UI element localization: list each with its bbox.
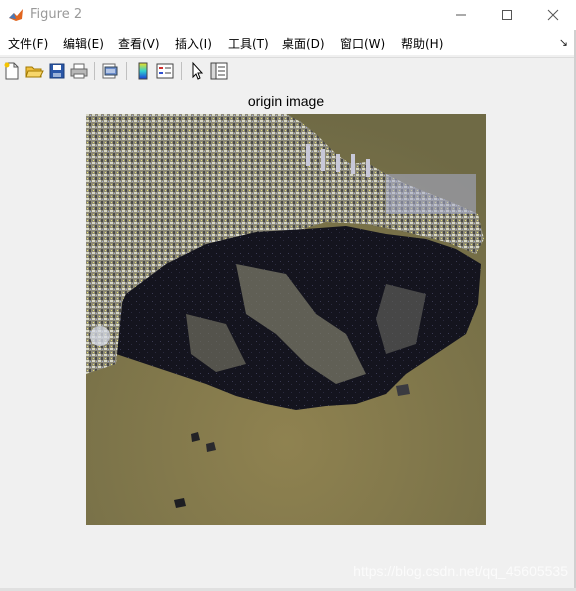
title-bar: Figure 2 <box>0 0 576 30</box>
save-icon <box>49 63 65 79</box>
menu-help[interactable]: 帮助(H) <box>401 35 443 52</box>
menu-view[interactable]: 查看(V) <box>118 35 160 52</box>
menu-window[interactable]: 窗口(W) <box>340 35 385 52</box>
property-inspector-button[interactable] <box>209 61 229 81</box>
menu-bar: 文件(F) 编辑(E) 查看(V) 插入(I) 工具(T) 桌面(D) 窗口(W… <box>0 30 576 55</box>
new-figure-button[interactable] <box>2 61 22 81</box>
menu-desktop[interactable]: 桌面(D) <box>282 35 325 52</box>
menu-insert[interactable]: 插入(I) <box>175 35 212 52</box>
figure-window: Figure 2 文件(F) 编辑(E) 查看(V) 插入(I) 工具(T) 桌… <box>0 0 576 591</box>
toolbar-separator <box>126 62 127 80</box>
satellite-image-graphic <box>86 114 486 525</box>
new-figure-icon <box>4 62 19 80</box>
axes-title: origin image <box>247 93 325 109</box>
watermark-text: https://blog.csdn.net/qq_45605535 <box>353 563 568 579</box>
toolbar <box>0 57 576 85</box>
open-file-button[interactable] <box>24 61 44 81</box>
minimize-button[interactable] <box>438 0 484 30</box>
pointer-icon <box>192 61 204 80</box>
print-button[interactable] <box>69 61 89 81</box>
menu-edit[interactable]: 编辑(E) <box>63 35 104 52</box>
menu-overflow-arrow-icon[interactable]: ↘ <box>559 36 568 49</box>
pointer-button[interactable] <box>187 61 207 81</box>
satellite-image <box>86 114 486 525</box>
matlab-icon <box>8 7 24 23</box>
colorbar-icon <box>138 62 148 80</box>
maximize-button[interactable] <box>484 0 530 30</box>
property-inspector-icon <box>210 62 228 80</box>
colorbar-button[interactable] <box>133 61 153 81</box>
close-button[interactable] <box>530 0 576 30</box>
toolbar-separator <box>94 62 95 80</box>
menu-tools[interactable]: 工具(T) <box>228 35 269 52</box>
print-icon <box>70 63 88 79</box>
menu-file[interactable]: 文件(F) <box>8 35 48 52</box>
window-title: Figure 2 <box>30 7 83 22</box>
legend-icon <box>156 63 174 79</box>
print-preview-button[interactable] <box>100 61 120 81</box>
toolbar-separator <box>181 62 182 80</box>
save-button[interactable] <box>47 61 67 81</box>
minimize-icon <box>456 14 466 16</box>
close-icon <box>547 9 559 21</box>
open-file-icon <box>25 66 44 78</box>
legend-button[interactable] <box>155 61 175 81</box>
print-preview-icon <box>102 63 118 79</box>
maximize-icon <box>502 10 512 20</box>
